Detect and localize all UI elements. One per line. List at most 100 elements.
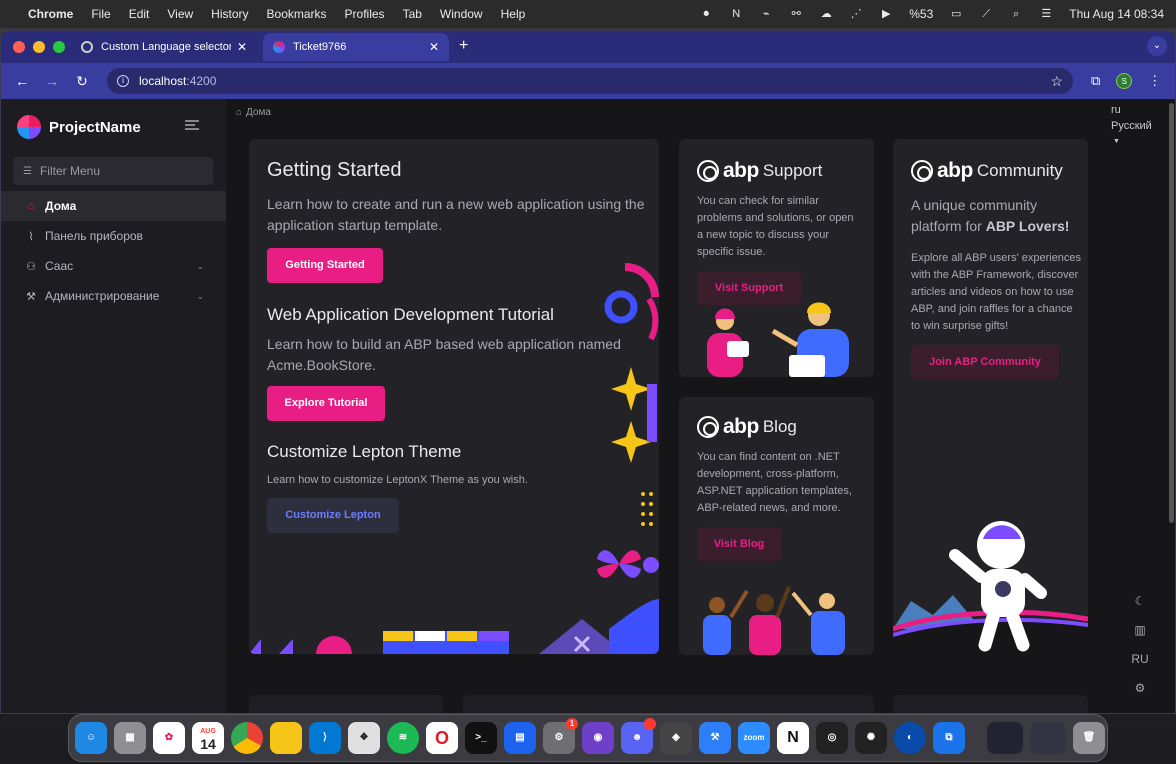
decorative-floor-shapes xyxy=(249,599,659,654)
page-scrollbar[interactable] xyxy=(1169,103,1174,523)
menu-toggle-icon[interactable] xyxy=(185,120,199,130)
join-community-button[interactable]: Join ABP Community xyxy=(911,345,1059,379)
visit-blog-button[interactable]: Visit Blog xyxy=(697,527,781,561)
menu-help[interactable]: Help xyxy=(501,7,526,21)
system-settings-icon[interactable]: ⚙ 1 xyxy=(543,718,578,754)
window-thumbnail-icon[interactable] xyxy=(987,722,1023,754)
menu-history[interactable]: History xyxy=(211,7,248,21)
bookmark-star-icon[interactable]: ☆ xyxy=(1050,73,1063,90)
home-icon: ⌂ xyxy=(27,200,35,212)
layout-columns-icon[interactable]: ▥ xyxy=(1129,623,1151,652)
spotify-icon[interactable]: ≋ xyxy=(387,722,419,754)
site-info-icon[interactable]: i xyxy=(117,75,129,87)
opera-icon[interactable]: O xyxy=(426,722,458,754)
cloud-icon[interactable]: ☁ xyxy=(819,8,833,20)
sidebar-item-home[interactable]: ⌂ Дома xyxy=(1,191,226,221)
customize-lepton-button[interactable]: Customize Lepton xyxy=(267,498,399,533)
notion-status-icon[interactable]: N xyxy=(729,8,743,20)
sidebar-item-dashboard[interactable]: ⌇ Панель приборов xyxy=(1,221,226,251)
menu-bookmarks[interactable]: Bookmarks xyxy=(267,7,327,21)
chrome-menu-icon[interactable]: ⋮ xyxy=(1148,73,1161,89)
sidebar-item-label: Саас xyxy=(45,259,74,273)
profile-avatar[interactable]: S xyxy=(1116,73,1133,89)
chatgpt-icon[interactable]: ✺ xyxy=(855,722,887,754)
notes-icon[interactable] xyxy=(270,722,302,754)
xcode-icon[interactable]: ⚒ xyxy=(699,722,731,754)
moon-icon[interactable]: ☾ xyxy=(1129,594,1151,623)
tab-search-icon[interactable]: ⌄ xyxy=(1147,36,1167,56)
macos-menu-bar: Chrome File Edit View History Bookmarks … xyxy=(0,0,1176,28)
discord-icon[interactable]: ☻ xyxy=(621,718,656,754)
reload-icon[interactable]: ↻ xyxy=(71,73,93,90)
zoom-icon[interactable]: zoom xyxy=(738,722,770,754)
abp-studio-icon[interactable]: ◎ xyxy=(816,722,848,754)
spotlight-icon[interactable]: ⌕ xyxy=(1009,8,1023,20)
sidebar-item-administration[interactable]: ⚒ Администрирование ⌄ xyxy=(1,281,226,311)
clock[interactable]: Thu Aug 14 08:34 xyxy=(1069,7,1164,21)
no-wifi-icon[interactable]: ⟋ xyxy=(979,8,993,20)
preview-icon[interactable]: ❖ xyxy=(348,722,380,754)
play-icon[interactable]: ▶ xyxy=(879,8,893,20)
photos-icon[interactable]: ✿ xyxy=(153,722,185,754)
tab-close-icon[interactable]: ✕ xyxy=(429,40,439,54)
tab-close-icon[interactable]: ✕ xyxy=(237,40,247,54)
zoom-window-button[interactable] xyxy=(53,41,65,53)
support-card: abp Support You can check for similar pr… xyxy=(679,139,874,377)
blog-text: You can find content on .NET development… xyxy=(697,451,852,514)
window-thumbnail-icon[interactable] xyxy=(1030,722,1066,754)
cube-app-icon[interactable]: ◈ xyxy=(660,722,692,754)
launchpad-icon[interactable]: ▦ xyxy=(114,722,146,754)
language-selector[interactable]: ru Русский ▼ xyxy=(1111,102,1152,150)
firefox-icon[interactable]: ◐ xyxy=(894,722,926,754)
new-tab-button[interactable]: + xyxy=(459,37,468,55)
getting-started-title: Getting Started xyxy=(267,159,402,181)
tab-custom-language[interactable]: Custom Language selector #1 ✕ xyxy=(71,33,257,61)
tab-ticket[interactable]: Ticket9766 ✕ xyxy=(263,33,449,61)
getting-started-button[interactable]: Getting Started xyxy=(267,248,383,283)
calendar-icon[interactable]: AUG 14 xyxy=(192,722,224,754)
control-center-icon[interactable]: ☰ xyxy=(1039,8,1053,20)
sidebar-item-saas[interactable]: ⚇ Саас ⌄ xyxy=(1,251,226,281)
wifi-lock-icon[interactable]: ⌁ xyxy=(759,8,773,20)
support-text: You can check for similar problems and s… xyxy=(697,195,854,258)
jetbrains-icon[interactable]: ⧉ xyxy=(933,722,965,754)
visit-support-button[interactable]: Visit Support xyxy=(697,271,801,305)
sidebar: ProjectName ☰ Filter Menu ⌂ Дома ⌇ Панел… xyxy=(1,99,226,713)
trash-icon[interactable]: 🗑 xyxy=(1073,722,1105,754)
chrome-icon[interactable] xyxy=(231,722,263,754)
close-window-button[interactable] xyxy=(13,41,25,53)
gear-icon[interactable]: ⚙ xyxy=(1129,681,1151,710)
sidebar-nav: ⌂ Дома ⌇ Панель приборов ⚇ Саас ⌄ ⚒ Адми… xyxy=(1,191,226,311)
menu-edit[interactable]: Edit xyxy=(129,7,150,21)
notion-icon[interactable]: N xyxy=(777,722,809,754)
back-icon[interactable]: ← xyxy=(11,73,33,89)
extensions-icon[interactable]: ⧉ xyxy=(1091,73,1100,89)
finder-icon[interactable]: ☺ xyxy=(75,722,107,754)
terminal-icon[interactable]: >_ xyxy=(465,722,497,754)
url-port: :4200 xyxy=(186,74,217,88)
menu-tab[interactable]: Tab xyxy=(403,7,422,21)
brand[interactable]: ProjectName xyxy=(17,115,141,139)
docker-icon[interactable]: ▤ xyxy=(504,722,536,754)
forward-icon[interactable]: → xyxy=(41,73,63,89)
filter-menu-input[interactable]: ☰ Filter Menu xyxy=(13,157,213,185)
menu-window[interactable]: Window xyxy=(440,7,483,21)
calendar-day: 14 xyxy=(200,736,216,752)
tab-title: Custom Language selector #1 xyxy=(101,41,231,53)
language-short[interactable]: RU xyxy=(1129,652,1151,681)
battery-icon[interactable]: ▭ xyxy=(949,8,963,20)
minimize-window-button[interactable] xyxy=(33,41,45,53)
record-icon[interactable]: ⏺ xyxy=(699,8,713,20)
menu-profiles[interactable]: Profiles xyxy=(345,7,385,21)
menu-file[interactable]: File xyxy=(91,7,110,21)
github-desktop-icon[interactable]: ◉ xyxy=(582,722,614,754)
address-bar[interactable]: i localhost :4200 ☆ xyxy=(107,68,1073,94)
home-icon[interactable]: ⌂ xyxy=(236,107,242,118)
dots-icon[interactable]: ⋰ xyxy=(849,8,863,20)
blog-card: abp Blog You can find content on .NET de… xyxy=(679,397,874,655)
link-icon[interactable]: ⚯ xyxy=(789,8,803,20)
explore-tutorial-button[interactable]: Explore Tutorial xyxy=(267,386,385,421)
menu-view[interactable]: View xyxy=(167,7,193,21)
vscode-icon[interactable]: ⟩ xyxy=(309,722,341,754)
menu-app-name[interactable]: Chrome xyxy=(28,7,73,21)
